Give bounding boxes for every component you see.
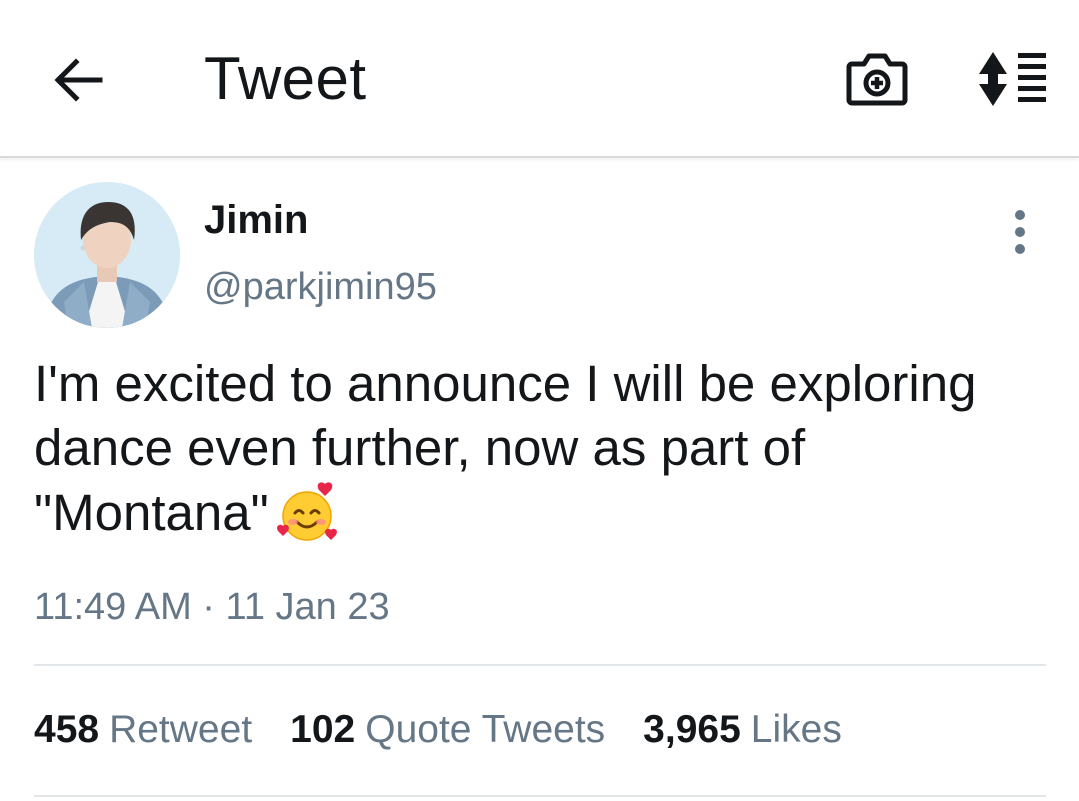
back-button[interactable] (50, 52, 106, 108)
avatar-image (34, 182, 180, 328)
author-handle: @parkjimin95 (204, 266, 437, 308)
divider (34, 664, 1046, 666)
more-vertical-icon (1015, 210, 1025, 254)
tweet-timestamp: 11:49 AM · 11 Jan 23 (34, 586, 390, 628)
retweets-label: Retweet (109, 708, 253, 751)
smiling-face-with-hearts-icon (276, 482, 337, 541)
quote-tweets-count: 102 (290, 708, 356, 751)
tweet-text: I'm excited to announce I will be explor… (34, 352, 1044, 545)
quote-tweets-label: Quote Tweets (365, 708, 606, 751)
sort-arrows-list-icon (979, 52, 1046, 106)
arrow-left-icon (54, 58, 103, 102)
avatar[interactable] (34, 182, 180, 328)
likes-count: 3,965 (643, 708, 741, 751)
camera-plus-icon (846, 53, 908, 106)
more-options-button[interactable] (1002, 206, 1038, 258)
likes-stat[interactable]: 3,965 Likes (643, 708, 842, 760)
retweets-count: 458 (34, 708, 100, 751)
likes-label: Likes (750, 708, 842, 751)
quote-tweets-stat[interactable]: 102 Quote Tweets (290, 708, 605, 760)
tweet-detail-screen: Tweet Jimin @parkjimin95 I'm excited to … (0, 0, 1079, 801)
tweet-stats: 458 Retweet 102 Quote Tweets 3,965 Likes (34, 708, 842, 760)
sort-button[interactable] (974, 50, 1050, 108)
top-app-bar: Tweet (0, 0, 1079, 158)
author-display-name[interactable]: Jimin (204, 198, 308, 243)
tweet-text-content: I'm excited to announce I will be explor… (34, 355, 977, 541)
page-title: Tweet (204, 45, 367, 112)
camera-button[interactable] (846, 48, 908, 108)
divider (34, 795, 1046, 797)
retweets-stat[interactable]: 458 Retweet (34, 708, 252, 760)
